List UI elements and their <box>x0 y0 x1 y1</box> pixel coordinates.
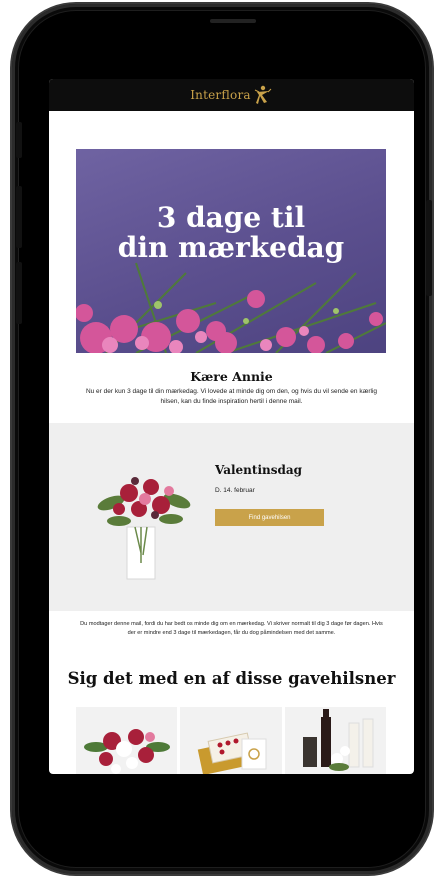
find-gift-button[interactable]: Find gavehilsen <box>215 509 324 526</box>
power-button <box>426 200 432 296</box>
occasion-title: Valentinsdag <box>215 463 303 477</box>
product-card-gift-basket[interactable] <box>284 707 386 774</box>
logo-text: Interflora <box>190 88 251 102</box>
volume-down-button <box>16 262 22 324</box>
phone-speaker <box>210 19 256 23</box>
phone-notch <box>177 14 287 32</box>
interflora-logo[interactable]: Interflora <box>190 84 273 106</box>
bouquet-image <box>84 729 170 774</box>
section-title: Sig det med en af disse gavehilsner <box>67 669 396 688</box>
notice-text: Du modtager denne mail, fordi du har bed… <box>80 621 383 636</box>
volume-up-button <box>16 186 22 248</box>
intro-text: Nu er der kun 3 dage til din mærkedag. V… <box>85 388 378 405</box>
occasion-card: Valentinsdag D. 14. februar Find gavehil… <box>49 423 414 611</box>
occasion-date: D. 14. februar <box>215 487 255 494</box>
hero-banner[interactable]: 3 dage til din mærkedag <box>76 149 386 353</box>
hero-title: 3 dage til din mærkedag <box>117 201 345 264</box>
mercury-icon <box>254 85 272 104</box>
gift-basket-image <box>302 709 374 771</box>
chocolate-box-image <box>198 732 267 774</box>
product-card-chocolates[interactable] <box>180 707 282 774</box>
greeting-heading: Kære Annie <box>190 369 273 384</box>
vase-bouquet-image[interactable] <box>89 463 199 583</box>
product-grid <box>76 707 386 774</box>
mute-switch <box>16 122 22 158</box>
email-header: Interflora <box>49 79 414 111</box>
email-screen: Interflora 3 dage til din mærkedag Kære … <box>49 79 414 774</box>
product-card-bouquet[interactable] <box>76 707 178 774</box>
